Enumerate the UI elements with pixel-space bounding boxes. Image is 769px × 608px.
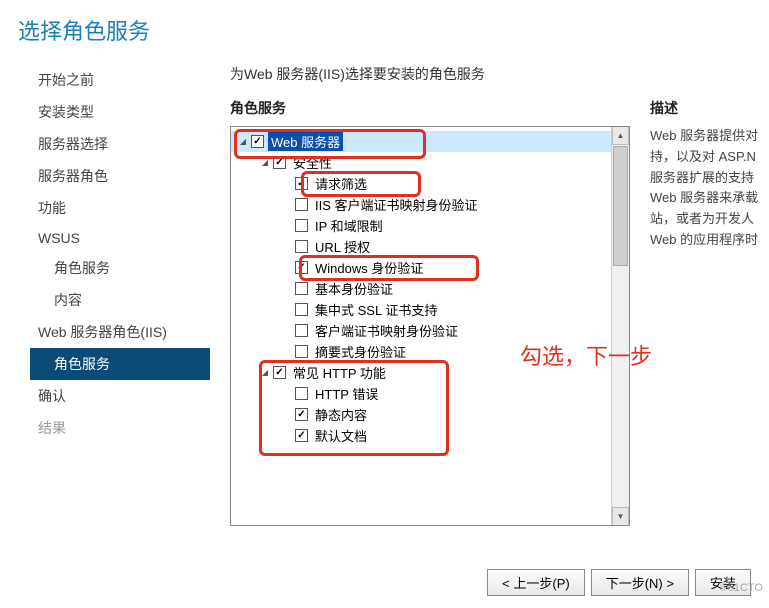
sidebar-item-8[interactable]: Web 服务器角色(IIS) (30, 316, 210, 348)
checkbox[interactable] (295, 219, 308, 232)
sidebar-item-7[interactable]: 内容 (30, 284, 210, 316)
tree-label: Windows 身份验证 (312, 258, 426, 277)
role-tree[interactable]: ◢ Web 服务器 ◢ 安全性请求筛选 IIS 客户端证书映射身份验证 IP 和域限制 UR… (230, 126, 630, 526)
sidebar-item-5[interactable]: WSUS (30, 224, 210, 252)
tree-row-4[interactable]: IP 和域限制 (231, 215, 629, 236)
checkbox[interactable] (295, 282, 308, 295)
expand-spacer (281, 430, 293, 442)
scroll-thumb[interactable] (613, 146, 628, 266)
scroll-up-button[interactable]: ▲ (612, 127, 629, 145)
expand-spacer (281, 241, 293, 253)
checkbox[interactable] (295, 198, 308, 211)
expand-spacer (281, 199, 293, 211)
sidebar-item-11[interactable]: 结果 (30, 412, 210, 444)
expand-icon[interactable]: ◢ (259, 157, 271, 169)
sidebar-item-1[interactable]: 安装类型 (30, 96, 210, 128)
expand-spacer (281, 283, 293, 295)
tree-row-8[interactable]: 集中式 SSL 证书支持 (231, 299, 629, 320)
scroll-down-button[interactable]: ▼ (612, 507, 629, 525)
sidebar-item-0[interactable]: 开始之前 (30, 64, 210, 96)
checkbox[interactable] (295, 408, 308, 421)
expand-icon[interactable]: ◢ (237, 136, 249, 148)
expand-spacer (281, 388, 293, 400)
tree-label: IIS 客户端证书映射身份验证 (312, 195, 481, 214)
tree-row-5[interactable]: URL 授权 (231, 236, 629, 257)
checkbox[interactable] (295, 429, 308, 442)
tree-row-13[interactable]: 静态内容 (231, 404, 629, 425)
expand-spacer (281, 220, 293, 232)
tree-label: 安全性 (290, 153, 335, 172)
sidebar-item-6[interactable]: 角色服务 (30, 252, 210, 284)
previous-button[interactable]: < 上一步(P) (487, 569, 585, 596)
expand-spacer (281, 304, 293, 316)
tree-row-12[interactable]: HTTP 错误 (231, 383, 629, 404)
tree-row-1[interactable]: ◢ 安全性 (231, 152, 629, 173)
tree-label: 客户端证书映射身份验证 (312, 321, 461, 340)
roles-label: 角色服务 (230, 98, 630, 118)
checkbox[interactable] (295, 303, 308, 316)
tree-row-6[interactable]: Windows 身份验证 (231, 257, 629, 278)
tree-label: 请求筛选 (312, 174, 370, 193)
tree-row-0[interactable]: ◢ Web 服务器 (231, 131, 629, 152)
checkbox[interactable] (273, 156, 286, 169)
tree-row-10[interactable]: 摘要式身份验证 (231, 341, 629, 362)
sidebar-item-9[interactable]: 角色服务 (30, 348, 210, 380)
sidebar-item-4[interactable]: 功能 (30, 192, 210, 224)
expand-icon[interactable]: ◢ (259, 367, 271, 379)
tree-label: 默认文档 (312, 426, 370, 445)
sidebar-item-2[interactable]: 服务器选择 (30, 128, 210, 160)
tree-label: 集中式 SSL 证书支持 (312, 300, 440, 319)
scrollbar-vertical[interactable]: ▲ ▼ (611, 127, 629, 525)
expand-spacer (281, 262, 293, 274)
checkbox[interactable] (295, 261, 308, 274)
expand-spacer (281, 325, 293, 337)
tree-label: 静态内容 (312, 405, 370, 424)
tree-label: HTTP 错误 (312, 384, 381, 403)
tree-row-9[interactable]: 客户端证书映射身份验证 (231, 320, 629, 341)
wizard-sidebar: 开始之前安装类型服务器选择服务器角色功能WSUS角色服务内容Web 服务器角色(… (30, 64, 210, 526)
tree-label: Web 服务器 (268, 132, 343, 151)
expand-spacer (281, 346, 293, 358)
tree-row-14[interactable]: 默认文档 (231, 425, 629, 446)
tree-row-3[interactable]: IIS 客户端证书映射身份验证 (231, 194, 629, 215)
prompt-text: 为Web 服务器(IIS)选择要安装的角色服务 (230, 64, 769, 84)
description-text: Web 服务器提供对持，以及对 ASP.N服务器扩展的支持Web 服务器来承载站… (650, 126, 769, 251)
checkbox[interactable] (295, 345, 308, 358)
tree-label: 基本身份验证 (312, 279, 396, 298)
watermark: ©51CTO (720, 582, 763, 594)
tree-label: 摘要式身份验证 (312, 342, 409, 361)
tree-row-2[interactable]: 请求筛选 (231, 173, 629, 194)
checkbox[interactable] (295, 240, 308, 253)
page-title: 选择角色服务 (0, 0, 769, 64)
checkbox[interactable] (273, 366, 286, 379)
tree-row-11[interactable]: ◢ 常见 HTTP 功能 (231, 362, 629, 383)
expand-spacer (281, 178, 293, 190)
sidebar-item-10[interactable]: 确认 (30, 380, 210, 412)
next-button[interactable]: 下一步(N) > (591, 569, 689, 596)
checkbox[interactable] (295, 177, 308, 190)
wizard-footer: < 上一步(P) 下一步(N) > 安装 (487, 569, 751, 596)
sidebar-item-3[interactable]: 服务器角色 (30, 160, 210, 192)
tree-row-7[interactable]: 基本身份验证 (231, 278, 629, 299)
tree-label: 常见 HTTP 功能 (290, 363, 389, 382)
expand-spacer (281, 409, 293, 421)
description-label: 描述 (650, 98, 769, 118)
tree-label: IP 和域限制 (312, 216, 386, 235)
checkbox[interactable] (251, 135, 264, 148)
checkbox[interactable] (295, 324, 308, 337)
checkbox[interactable] (295, 387, 308, 400)
tree-label: URL 授权 (312, 237, 373, 256)
